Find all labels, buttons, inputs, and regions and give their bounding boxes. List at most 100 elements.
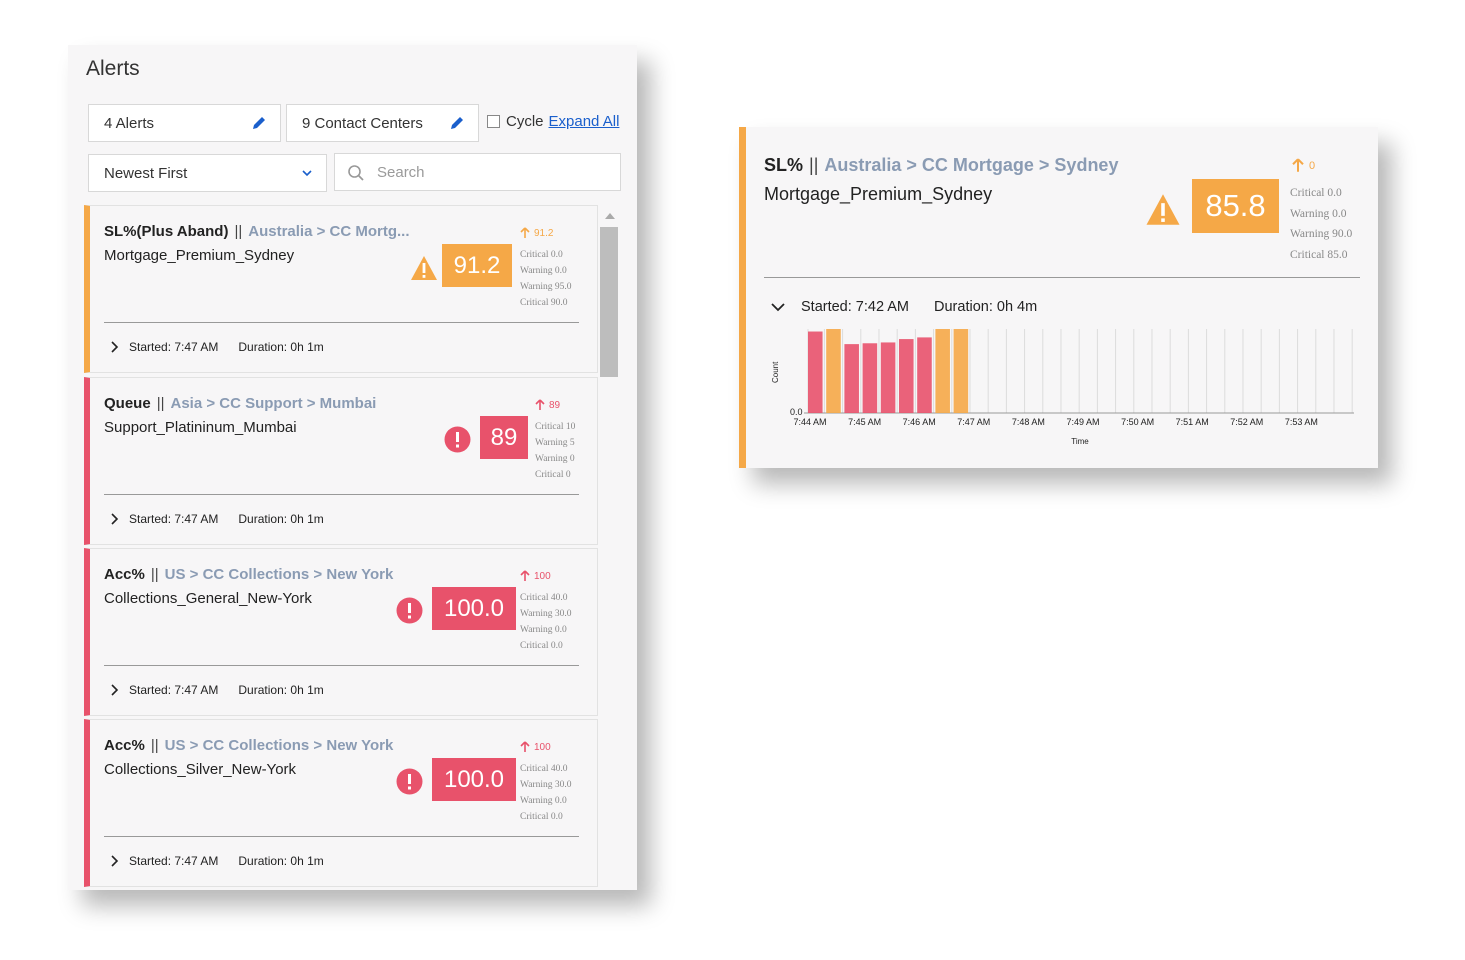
cycle-control: Cycle Expand All bbox=[487, 113, 619, 130]
alert-trend: 100 bbox=[520, 570, 551, 582]
alert-started: Started: 7:47 AM bbox=[129, 340, 219, 354]
bar bbox=[862, 343, 878, 413]
arrow-up-icon bbox=[1292, 158, 1304, 172]
divider bbox=[104, 322, 579, 323]
alert-thresholds: Critical 40.0 Warning 30.0 Warning 0.0 C… bbox=[520, 590, 571, 654]
bar bbox=[808, 331, 823, 413]
expand-all-link[interactable]: Expand All bbox=[549, 113, 620, 130]
threshold: Warning 90.0 bbox=[1290, 228, 1353, 240]
detail-queue-name: Mortgage_Premium_Sydney bbox=[764, 184, 993, 204]
x-tick-label: 7:48 AM bbox=[1012, 417, 1045, 427]
threshold: Critical 40.0 bbox=[520, 593, 568, 603]
alerts-filter[interactable]: 4 Alerts bbox=[88, 104, 281, 142]
alert-trend-value: 100 bbox=[534, 741, 551, 753]
threshold: Critical 85.0 bbox=[1290, 248, 1348, 261]
bar bbox=[935, 329, 950, 413]
alert-duration: Duration: 0h 1m bbox=[238, 854, 324, 868]
search-input[interactable]: Search bbox=[334, 153, 621, 191]
threshold: Critical 10 bbox=[535, 422, 576, 432]
alert-history-chart: 0.0 Count 7:44 AM 7:45 AM 7:46 AM 7:47 AM 7:48… bbox=[771, 329, 1354, 446]
threshold: Warning 0 bbox=[535, 454, 575, 464]
x-tick-label: 7:46 AM bbox=[903, 417, 936, 427]
alert-footer: Started: 7:47 AM Duration: 0h 1m bbox=[110, 854, 324, 868]
detail-duration: Duration: 0h 4m bbox=[934, 299, 1038, 315]
threshold: Warning 0.0 bbox=[520, 625, 567, 635]
threshold: Warning 30.0 bbox=[520, 780, 572, 790]
x-axis-label: Time bbox=[1071, 437, 1089, 446]
chevron-right-icon[interactable] bbox=[110, 341, 119, 353]
arrow-up-icon bbox=[520, 227, 530, 238]
separator: || bbox=[809, 155, 819, 175]
separator: || bbox=[150, 566, 159, 583]
detail-footer: Started: 7:42 AM Duration: 0h 4m bbox=[771, 299, 1037, 315]
alert-footer: Started: 7:47 AM Duration: 0h 1m bbox=[110, 340, 324, 354]
alert-started: Started: 7:47 AM bbox=[129, 854, 219, 868]
critical-icon bbox=[396, 597, 423, 624]
pencil-icon[interactable] bbox=[448, 114, 466, 132]
bar bbox=[880, 342, 896, 413]
alert-card[interactable]: Acc% || US > CC Collections > New York Col… bbox=[84, 719, 598, 887]
alert-header: Queue || Asia > CC Support > Mumbai bbox=[104, 395, 376, 412]
alert-started: Started: 7:47 AM bbox=[129, 512, 219, 526]
alert-header: SL%(Plus Aband) || Australia > CC Mortg... bbox=[104, 223, 410, 240]
alert-footer: Started: 7:47 AM Duration: 0h 1m bbox=[110, 683, 324, 697]
divider bbox=[104, 494, 579, 495]
pencil-icon[interactable] bbox=[250, 114, 268, 132]
chevron-down-icon bbox=[302, 170, 312, 177]
arrow-up-icon bbox=[520, 570, 530, 581]
detail-started: Started: 7:42 AM bbox=[801, 299, 910, 315]
detail-path[interactable]: Australia > CC Mortgage > Sydney bbox=[824, 155, 1118, 175]
chevron-right-icon[interactable] bbox=[110, 684, 119, 696]
alert-trend-value: 89 bbox=[549, 399, 561, 411]
divider bbox=[104, 665, 579, 666]
alert-metric: Acc% bbox=[104, 566, 145, 583]
alert-metric: SL%(Plus Aband) bbox=[104, 223, 229, 240]
alert-path[interactable]: Australia > CC Mortg... bbox=[248, 223, 409, 240]
detail-thresholds: Critical 0.0 Warning 0.0 Warning 90.0 Cr… bbox=[1290, 183, 1352, 265]
bar bbox=[953, 329, 969, 413]
threshold: Critical 0.0 bbox=[520, 641, 563, 651]
alerts-filter-label: 4 Alerts bbox=[104, 114, 155, 132]
alert-list: SL%(Plus Aband) || Australia > CC Mortg...… bbox=[84, 205, 598, 890]
alert-path[interactable]: US > CC Collections > New York bbox=[165, 566, 394, 583]
alert-path[interactable]: Asia > CC Support > Mumbai bbox=[170, 395, 376, 412]
alert-trend: 91.2 bbox=[520, 227, 553, 239]
alert-metric: Queue bbox=[104, 395, 151, 412]
x-tick-label: 7:44 AM bbox=[793, 417, 826, 427]
scroll-thumb[interactable] bbox=[600, 227, 618, 377]
x-tick-label: 7:53 AM bbox=[1285, 417, 1318, 427]
separator: || bbox=[234, 223, 243, 240]
panel-title: Alerts bbox=[86, 57, 140, 80]
arrow-up-icon bbox=[535, 399, 545, 410]
scroll-up-arrow[interactable] bbox=[605, 213, 615, 219]
divider bbox=[104, 836, 579, 837]
threshold: Critical 0.0 bbox=[1290, 187, 1342, 199]
alert-queue-name: Mortgage_Premium_Sydney bbox=[104, 247, 295, 264]
scrollbar[interactable] bbox=[599, 205, 619, 890]
bar bbox=[899, 339, 914, 413]
chevron-down-icon[interactable] bbox=[771, 302, 785, 312]
threshold: Critical 40.0 bbox=[520, 764, 568, 774]
bar bbox=[917, 337, 932, 413]
cycle-checkbox[interactable] bbox=[487, 115, 500, 128]
chevron-right-icon[interactable] bbox=[110, 513, 119, 525]
alert-header: Acc% || US > CC Collections > New York bbox=[104, 566, 393, 583]
alerts-panel: Alerts 4 Alerts 9 Contact Centers Cycle … bbox=[68, 45, 637, 890]
cycle-label: Cycle bbox=[506, 113, 544, 130]
x-tick-label: 7:50 AM bbox=[1121, 417, 1154, 427]
chevron-right-icon[interactable] bbox=[110, 855, 119, 867]
alert-card[interactable]: Queue || Asia > CC Support > Mumbai Suppor… bbox=[84, 377, 598, 545]
alert-card[interactable]: SL%(Plus Aband) || Australia > CC Mortg...… bbox=[84, 205, 598, 373]
alert-card[interactable]: Acc% || US > CC Collections > New York Col… bbox=[84, 548, 598, 716]
threshold: Warning 5 bbox=[535, 438, 575, 448]
alert-queue-name: Collections_Silver_New-York bbox=[104, 761, 297, 778]
x-tick-label: 7:45 AM bbox=[848, 417, 881, 427]
threshold: Critical 0 bbox=[535, 470, 571, 480]
contact-centers-filter[interactable]: 9 Contact Centers bbox=[286, 104, 479, 142]
y-tick-label: 0.0 bbox=[790, 407, 803, 417]
threshold: Warning 0.0 bbox=[1290, 207, 1347, 220]
critical-icon bbox=[444, 426, 471, 453]
alert-path[interactable]: US > CC Collections > New York bbox=[165, 737, 394, 754]
alert-detail-card: SL% || Australia > CC Mortgage > Sydney Mo… bbox=[739, 127, 1378, 468]
sort-select[interactable]: Newest First bbox=[88, 154, 327, 192]
